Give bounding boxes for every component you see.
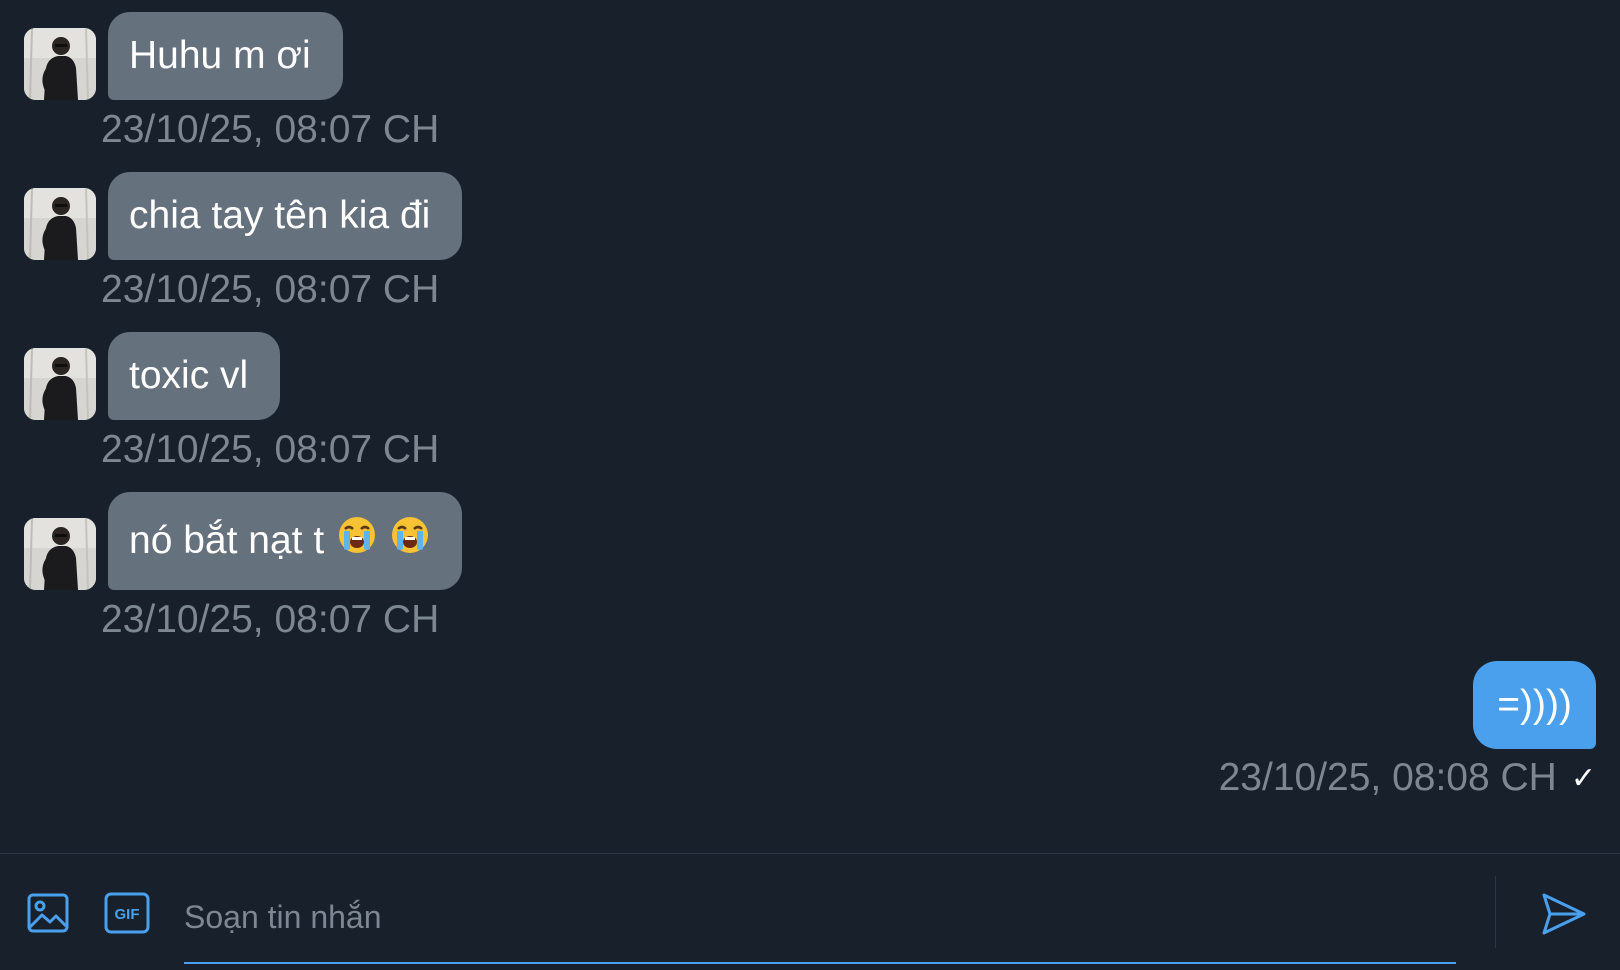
message-input[interactable] (184, 874, 1456, 960)
avatar[interactable] (24, 518, 96, 590)
message-timestamp: 23/10/25, 08:07 CH (101, 268, 440, 311)
avatar[interactable] (24, 28, 96, 100)
gif-button[interactable]: GIF (104, 891, 152, 939)
gif-label: GIF (115, 906, 140, 923)
message-bubble[interactable]: chia tay tên kia đi (108, 172, 463, 260)
message-text: nó bắt nạt t (129, 519, 325, 562)
message-bubble[interactable]: toxic vl (108, 332, 281, 420)
loudly-crying-face-icon (390, 494, 430, 592)
composer-divider (1495, 876, 1496, 948)
message-timestamp: 23/10/25, 08:07 CH (101, 428, 440, 471)
message-timestamp: 23/10/25, 08:08 CH (1218, 756, 1557, 799)
loudly-crying-face-icon (337, 494, 377, 592)
send-button[interactable] (1540, 890, 1590, 940)
message-bubble[interactable]: Huhu m ơi (108, 12, 343, 100)
message-thread: Huhu m ơi 23/10/25, 08:07 CH chia tay tê… (0, 0, 1620, 853)
sent-check-icon: ✓ (1570, 761, 1596, 795)
message-bubble[interactable]: nó bắt nạt t (108, 492, 462, 590)
image-icon (26, 893, 70, 939)
message-input-wrapper (184, 874, 1456, 964)
image-upload-button[interactable] (26, 891, 74, 939)
outgoing-message-bubble[interactable]: =)))) (1473, 661, 1596, 749)
avatar[interactable] (24, 348, 96, 420)
message-composer: GIF (0, 853, 1620, 970)
message-timestamp: 23/10/25, 08:07 CH (101, 598, 440, 641)
outgoing-message-meta: 23/10/25, 08:08 CH ✓ (1219, 756, 1596, 800)
avatar[interactable] (24, 188, 96, 260)
gif-icon: GIF (104, 892, 150, 934)
chat-screen: Huhu m ơi 23/10/25, 08:07 CH chia tay tê… (0, 0, 1620, 970)
message-timestamp: 23/10/25, 08:07 CH (101, 108, 440, 151)
send-icon (1540, 893, 1588, 942)
